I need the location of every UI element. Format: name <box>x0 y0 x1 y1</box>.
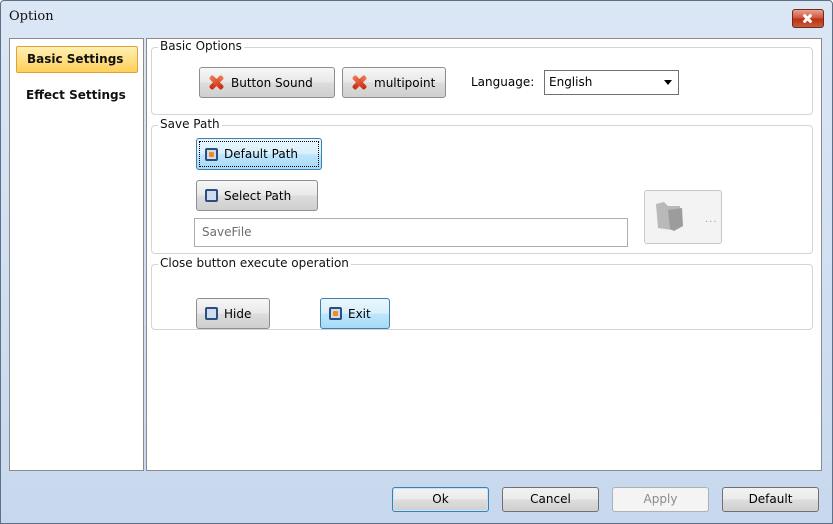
x-mark-icon <box>351 74 368 91</box>
sidebar-item-basic-settings[interactable]: Basic Settings <box>16 46 138 73</box>
browse-folder-button[interactable]: ... <box>644 190 722 244</box>
settings-panel: Basic Options Button Sound multipoint La… <box>146 38 822 471</box>
group-label: Basic Options <box>158 39 244 53</box>
multipoint-toggle[interactable]: multipoint <box>342 67 446 98</box>
default-path-option[interactable]: Default Path <box>196 138 322 170</box>
radio-checked-icon <box>205 147 218 161</box>
save-path-group: Save Path Default Path Select Path SaveF… <box>151 117 813 254</box>
radio-unchecked-icon <box>205 307 218 320</box>
group-label: Save Path <box>158 117 222 131</box>
exit-option[interactable]: Exit <box>320 298 390 329</box>
select-path-option[interactable]: Select Path <box>196 180 318 211</box>
language-label: Language: <box>471 75 535 89</box>
apply-button[interactable]: Apply <box>612 487 709 512</box>
button-label: Hide <box>224 306 252 321</box>
settings-sidebar: Basic Settings Effect Settings <box>9 38 144 471</box>
button-label: multipoint <box>374 75 436 90</box>
button-label: Default Path <box>224 147 299 161</box>
folder-icon <box>656 202 683 231</box>
save-path-field[interactable]: SaveFile <box>194 218 628 247</box>
browse-dots: ... <box>705 214 718 225</box>
cancel-button[interactable]: Cancel <box>502 487 599 512</box>
close-window-button[interactable] <box>792 9 824 28</box>
button-label: Button Sound <box>231 75 313 90</box>
sidebar-item-effect-settings[interactable]: Effect Settings <box>16 83 138 110</box>
button-label: Exit <box>348 306 371 321</box>
x-mark-icon <box>208 74 225 91</box>
button-label: Select Path <box>224 188 292 203</box>
group-label: Close button execute operation <box>158 256 351 270</box>
close-operation-group: Close button execute operation Hide Exit <box>151 256 813 330</box>
language-value: English <box>549 75 593 89</box>
hide-option[interactable]: Hide <box>196 298 270 329</box>
option-dialog: Option Basic Settings Effect Settings Ba… <box>0 0 833 524</box>
button-sound-toggle[interactable]: Button Sound <box>199 67 335 98</box>
ok-button[interactable]: Ok <box>392 487 489 512</box>
sidebar-item-label: Basic Settings <box>27 52 124 66</box>
language-select[interactable]: English <box>544 70 679 95</box>
basic-options-group: Basic Options Button Sound multipoint La… <box>151 39 813 115</box>
window-title: Option <box>9 9 54 24</box>
default-button[interactable]: Default <box>722 487 819 512</box>
chevron-down-icon <box>664 80 672 85</box>
title-bar[interactable]: Option <box>1 1 832 35</box>
radio-unchecked-icon <box>205 189 218 202</box>
sidebar-item-label: Effect Settings <box>26 88 126 102</box>
radio-checked-icon <box>329 307 342 320</box>
